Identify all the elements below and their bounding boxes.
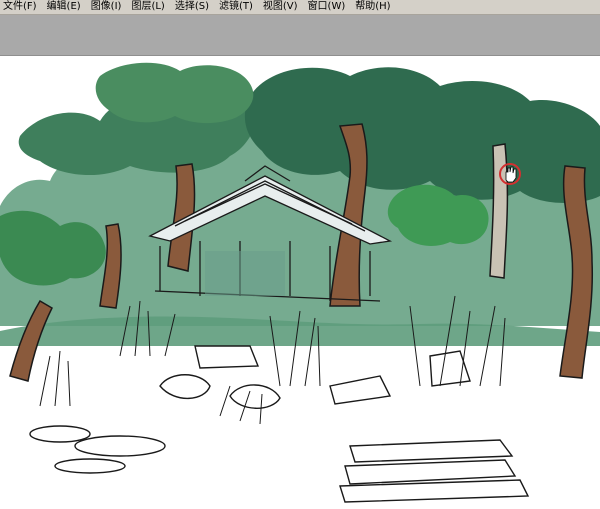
menu-select[interactable]: 选择(S) xyxy=(170,0,214,14)
foreground-rocks xyxy=(29,345,530,503)
menu-bar: 文件(F) 编辑(E) 图像(I) 图层(L) 选择(S) 滤镜(T) 视图(V… xyxy=(0,0,600,15)
menu-help[interactable]: 帮助(H) xyxy=(350,0,395,14)
menu-file[interactable]: 文件(F) xyxy=(0,0,42,14)
menu-edit[interactable]: 编辑(E) xyxy=(42,0,86,14)
menu-window[interactable]: 窗口(W) xyxy=(303,0,351,14)
options-toolbar xyxy=(0,15,600,56)
menu-image[interactable]: 图像(I) xyxy=(86,0,127,14)
garden-sketch xyxy=(0,62,600,503)
menu-layer[interactable]: 图层(L) xyxy=(126,0,169,14)
menu-view[interactable]: 视图(V) xyxy=(258,0,303,14)
menu-filter[interactable]: 滤镜(T) xyxy=(214,0,258,14)
document-canvas[interactable] xyxy=(0,56,600,509)
